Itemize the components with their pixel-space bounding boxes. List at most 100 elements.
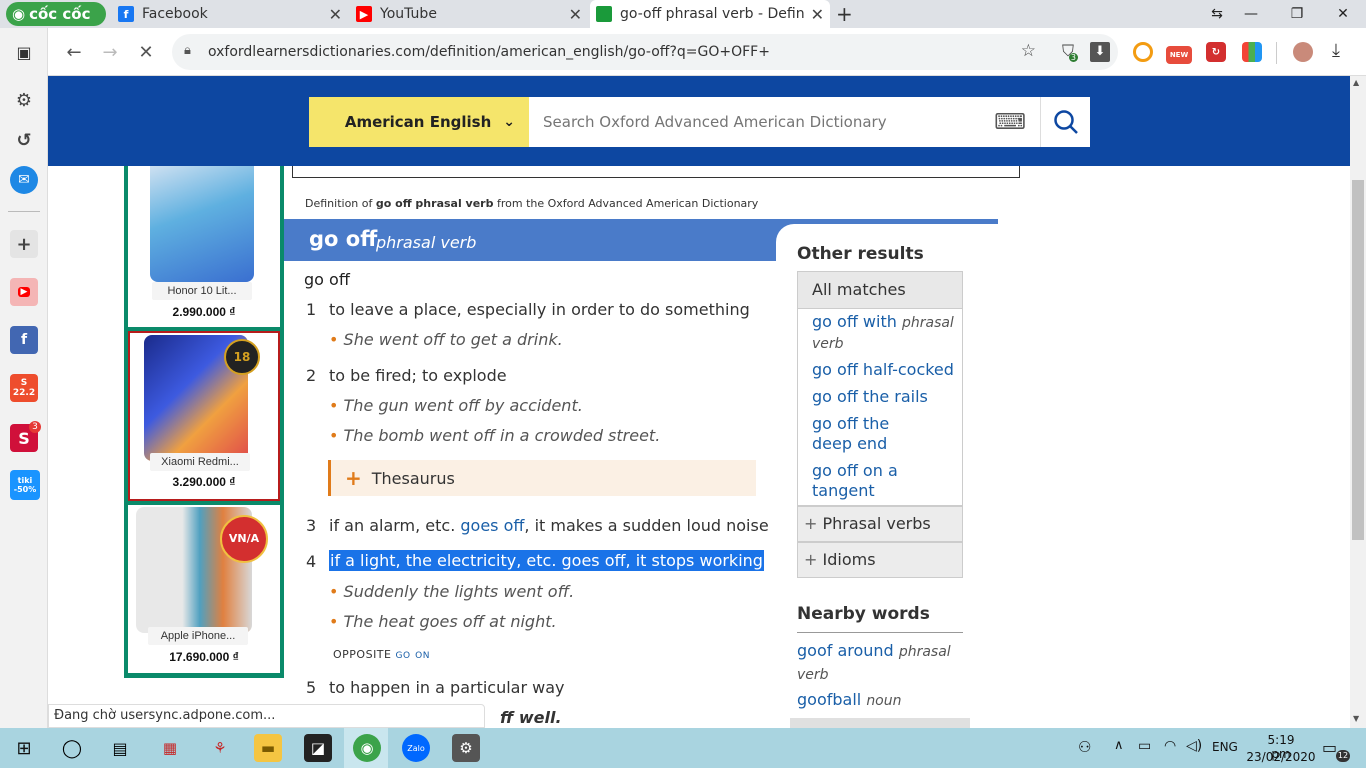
- ad-product-name: Honor 10 Lit...: [152, 282, 252, 300]
- ad-xiaomi[interactable]: 18 Xiaomi Redmi... 3.290.000 ₫: [128, 331, 280, 501]
- thesaurus-toggle[interactable]: + Thesaurus: [328, 460, 756, 496]
- phrasal-verbs-toggle[interactable]: + Phrasal verbs: [797, 506, 963, 542]
- bullet-icon: •: [329, 330, 344, 349]
- ad-price: 3.290.000 ₫: [172, 475, 236, 489]
- match-item[interactable]: go off with phrasal verb: [812, 312, 957, 354]
- search-icon[interactable]: ◯: [58, 734, 86, 762]
- sense-number: 2: [306, 366, 317, 385]
- scroll-down-icon[interactable]: ▼: [1353, 714, 1359, 723]
- url-text[interactable]: oxfordlearnersdictionaries.com/definitio…: [208, 44, 770, 60]
- plus-icon: +: [804, 514, 823, 533]
- forward-icon[interactable]: →: [96, 38, 124, 66]
- tab-facebook[interactable]: f Facebook ✕: [112, 0, 348, 28]
- maximize-icon[interactable]: ❐: [1274, 0, 1320, 28]
- show-hidden-icons[interactable]: ∧: [1114, 738, 1124, 753]
- people-icon[interactable]: ⚇: [1078, 738, 1091, 756]
- address-bar[interactable]: 🔒︎ oxfordlearnersdictionaries.com/defini…: [172, 34, 1118, 70]
- bookmark-star-icon[interactable]: ☆: [1021, 41, 1036, 61]
- volume-icon[interactable]: ◁): [1186, 738, 1202, 754]
- scroll-up-icon[interactable]: ▲: [1353, 78, 1359, 87]
- history-icon[interactable]: ↺: [10, 126, 38, 154]
- source-prefix: Definition of: [305, 197, 376, 210]
- taskbar-app-icon[interactable]: ⚘: [206, 734, 234, 762]
- input-language[interactable]: ENG: [1212, 740, 1238, 754]
- nearby-word[interactable]: goof around phrasal verb: [797, 640, 957, 686]
- battery-icon[interactable]: ▭: [1138, 738, 1151, 754]
- messenger-icon[interactable]: ✉: [10, 166, 38, 194]
- other-results-panel: Other results All matches go off with ph…: [776, 224, 998, 604]
- definition-source: Definition of go off phrasal verb from t…: [305, 197, 758, 210]
- opposite-note: OPPOSITE go on: [333, 647, 430, 662]
- sidebar-add-icon[interactable]: +: [10, 230, 38, 258]
- minimize-icon[interactable]: —: [1228, 0, 1274, 28]
- windows-start-icon[interactable]: ⊞: [10, 734, 38, 762]
- bullet-icon: •: [329, 612, 344, 631]
- profile-avatar[interactable]: [1293, 42, 1313, 62]
- sidebar-tiki-icon[interactable]: tiki -50%: [10, 470, 40, 500]
- close-tab-icon[interactable]: ✕: [329, 5, 342, 24]
- nearby-word[interactable]: goofball noun: [797, 689, 957, 712]
- idioms-toggle[interactable]: + Idioms: [797, 542, 963, 578]
- close-tab-icon[interactable]: ✕: [569, 5, 582, 24]
- search-button[interactable]: [1040, 97, 1090, 147]
- wifi-icon[interactable]: ◠: [1164, 738, 1176, 754]
- coccoc-logo[interactable]: ◉ cốc cốc: [6, 2, 106, 26]
- extension-refresh-icon[interactable]: ↻: [1206, 42, 1226, 62]
- stop-loading-icon[interactable]: ✕: [132, 38, 160, 66]
- extension-colors-icon[interactable]: [1242, 42, 1262, 62]
- match-item[interactable]: go off half-cocked: [812, 360, 957, 380]
- source-suffix: from the Oxford Advanced American Dictio…: [493, 197, 759, 210]
- taskbar-app-icon[interactable]: ▦: [156, 734, 184, 762]
- scrollbar-thumb[interactable]: [1352, 180, 1364, 540]
- clock-date[interactable]: 23/02/2020: [1246, 750, 1316, 764]
- cross-reference-link[interactable]: goes off: [460, 516, 524, 535]
- search-input[interactable]: [529, 97, 980, 147]
- match-item[interactable]: go off the deep end: [812, 414, 932, 454]
- example: • The bomb went off in a crowded street.: [329, 426, 660, 445]
- youtube-icon: ▶: [356, 6, 372, 22]
- taskbar-app-icon[interactable]: ⚙: [452, 734, 480, 762]
- sidebar-facebook-icon[interactable]: f: [10, 326, 38, 354]
- sticky-notes-icon[interactable]: ◪: [304, 734, 332, 762]
- download-page-icon[interactable]: ⬇: [1090, 42, 1110, 62]
- coccoc-taskbar-icon[interactable]: ◉: [353, 734, 381, 762]
- notifications-icon[interactable]: ▭: [1322, 738, 1337, 757]
- file-explorer-icon[interactable]: ▬: [254, 734, 282, 762]
- extension-chrome-icon[interactable]: [1133, 42, 1153, 62]
- sidebar-notification-badge: 3: [29, 421, 41, 433]
- tab-oxford[interactable]: go-off phrasal verb - Definitio ✕: [590, 0, 830, 28]
- nearby-words-title: Nearby words: [797, 604, 963, 633]
- new-tab-icon[interactable]: +: [836, 2, 853, 26]
- sidebar-toggle-icon[interactable]: ▣: [10, 38, 38, 66]
- toolbar-divider: [1276, 42, 1277, 64]
- close-tab-icon[interactable]: ✕: [811, 5, 824, 24]
- coccoc-logo-icon: ◉: [12, 5, 26, 23]
- language-select[interactable]: American English ⌄: [309, 97, 529, 147]
- all-matches-header[interactable]: All matches: [797, 271, 963, 309]
- oxford-icon: [596, 6, 612, 22]
- tab-youtube[interactable]: ▶ YouTube ✕: [350, 0, 588, 28]
- close-window-icon[interactable]: ✕: [1320, 0, 1366, 28]
- back-icon[interactable]: ←: [60, 38, 88, 66]
- keyboard-icon[interactable]: ⌨: [980, 97, 1040, 147]
- downloads-icon[interactable]: ⤓: [1332, 40, 1340, 61]
- opposite-link[interactable]: go on: [395, 647, 430, 662]
- task-view-icon[interactable]: ▤: [106, 734, 134, 762]
- phrasal-verbs-label: Phrasal verbs: [822, 514, 931, 533]
- example: • The heat goes off at night.: [329, 612, 557, 631]
- ad-iphone[interactable]: VN/A Apple iPhone... 17.690.000 ₫: [128, 505, 280, 673]
- source-term: go off phrasal verb: [375, 197, 494, 210]
- sense-number: 4: [306, 552, 317, 571]
- example: • She went off to get a drink.: [329, 330, 563, 349]
- page-scrollbar[interactable]: ▲ ▼: [1350, 76, 1366, 728]
- match-item[interactable]: go off the rails: [812, 387, 957, 407]
- match-item[interactable]: go off on a tangent: [812, 461, 922, 501]
- sidebar-youtube-icon[interactable]: ▶: [10, 278, 38, 306]
- sidebar-shopee-icon[interactable]: S 22.2: [10, 374, 38, 402]
- sense-definition: if an alarm, etc. goes off, it makes a s…: [329, 516, 769, 535]
- zalo-icon[interactable]: Zalo: [402, 734, 430, 762]
- ad-honor[interactable]: Honor 10 Lit... 2.990.000 ₫: [128, 166, 280, 327]
- settings-icon[interactable]: ⚙: [10, 86, 38, 114]
- sense-definition: to leave a place, especially in order to…: [329, 300, 750, 319]
- extension-new-icon[interactable]: NEW: [1166, 46, 1192, 64]
